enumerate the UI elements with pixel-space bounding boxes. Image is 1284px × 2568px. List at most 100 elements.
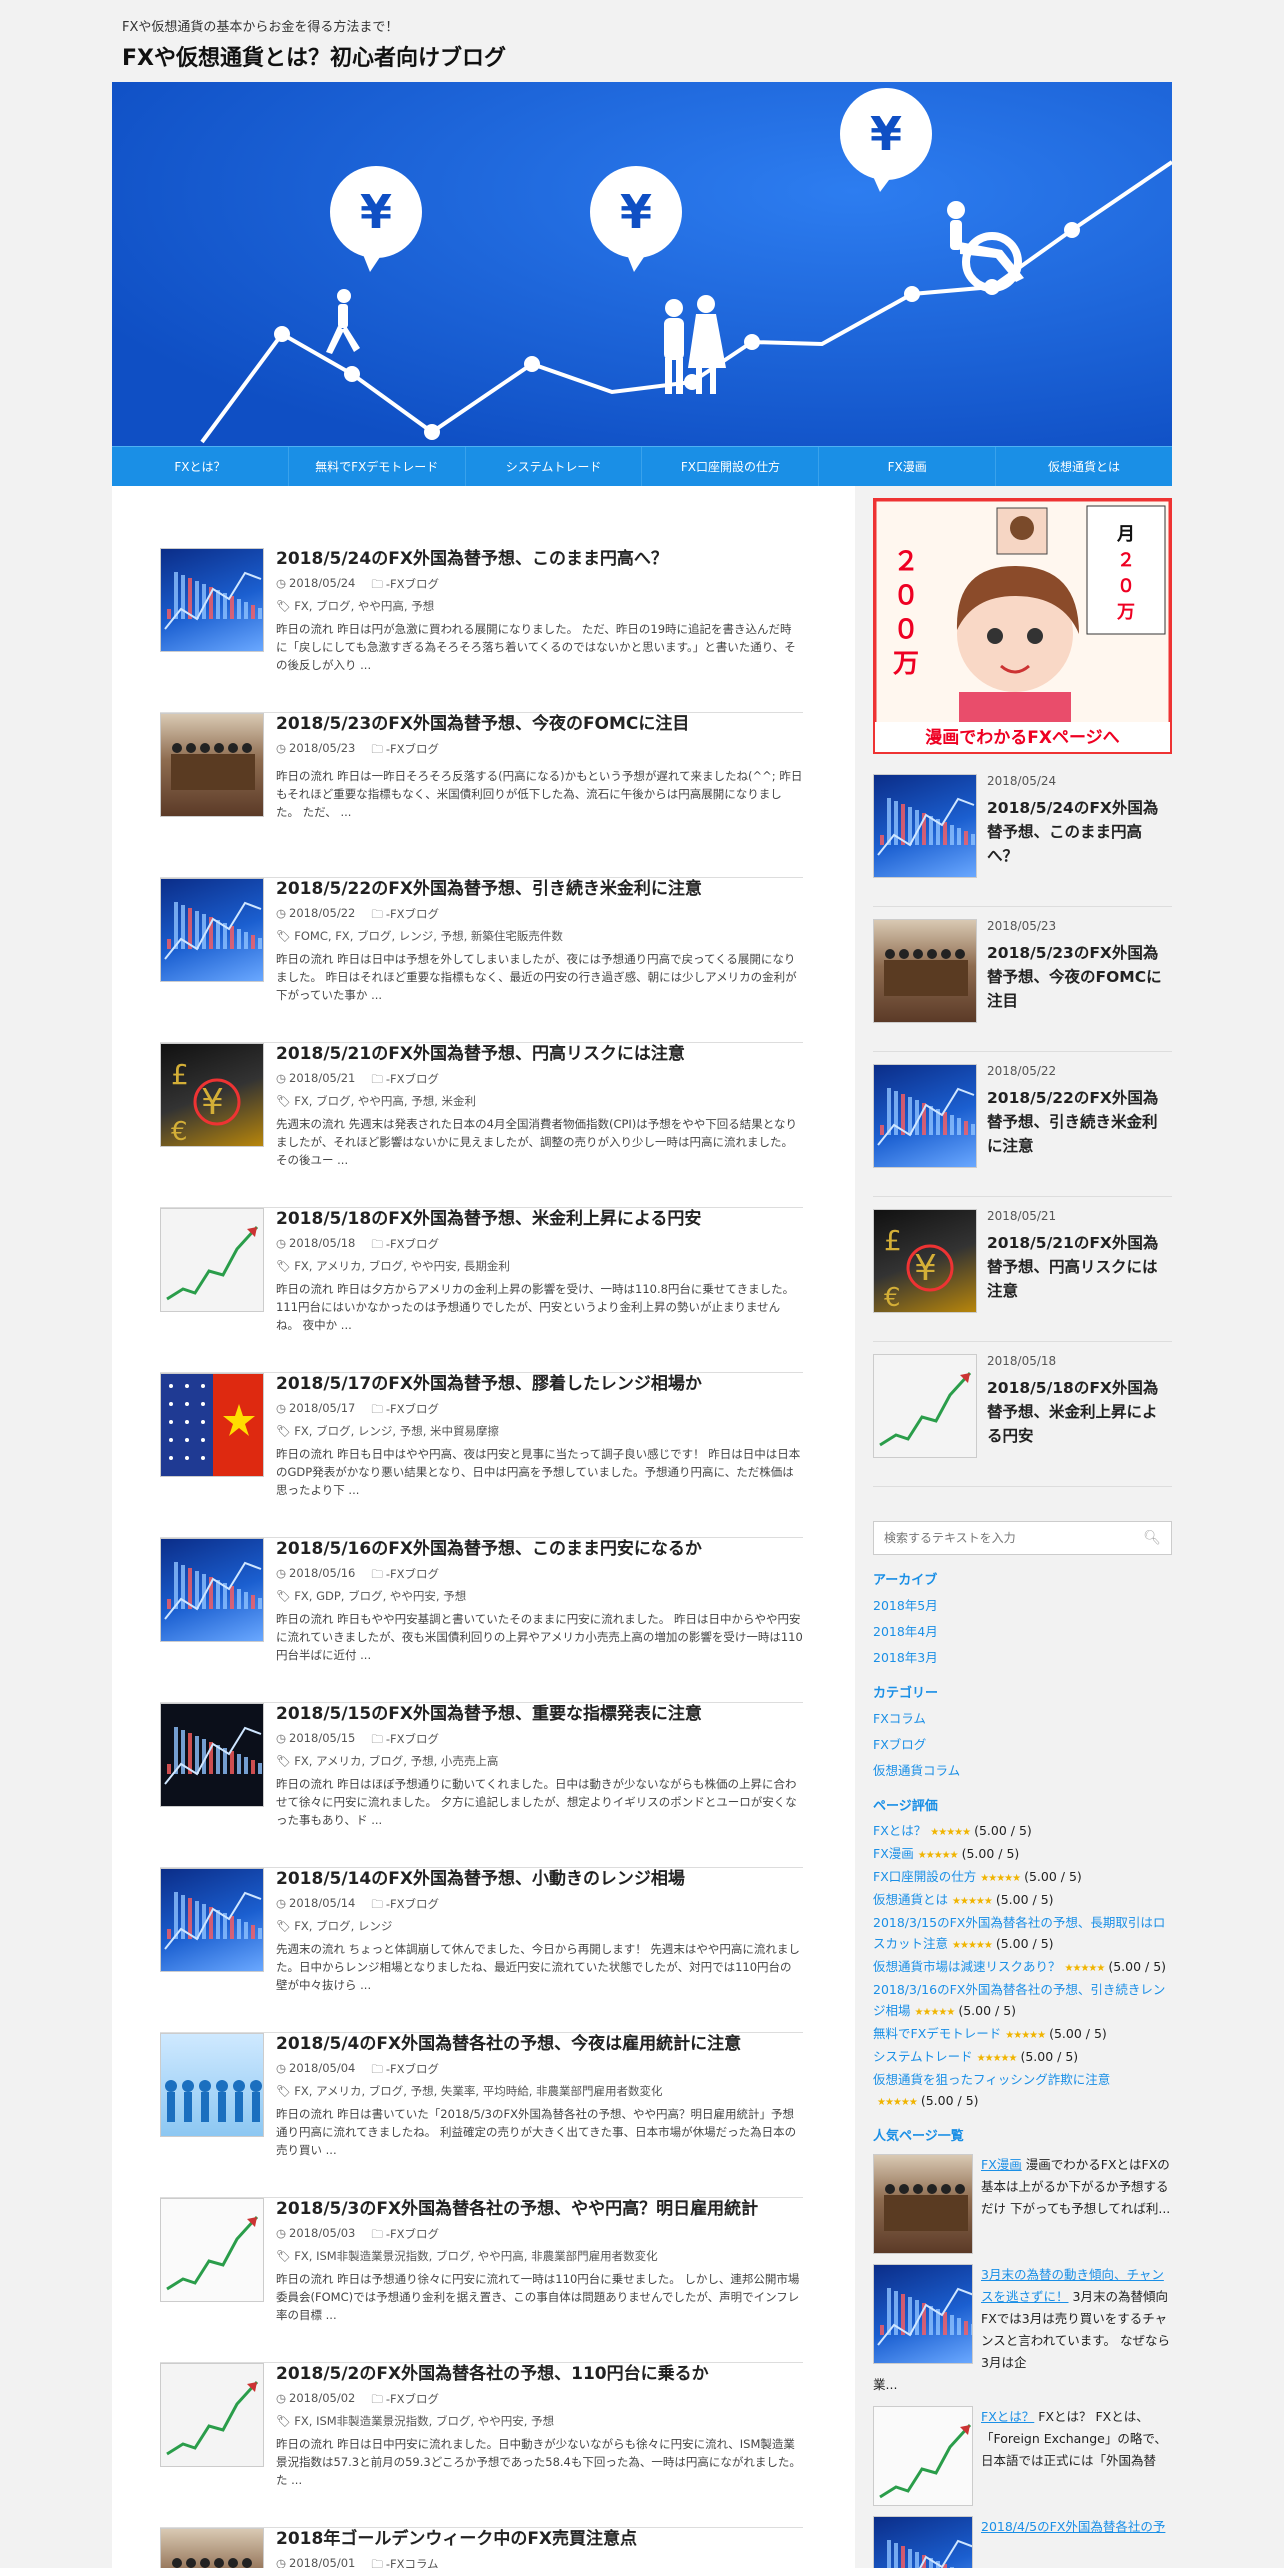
rating-page-link[interactable]: FXとは？: [873, 1823, 926, 1838]
recent-post-title[interactable]: 2018/5/21のFX外国為替予想、円高リスクには注意: [987, 1231, 1172, 1303]
rating-page-link[interactable]: FX口座開設の仕方: [873, 1869, 976, 1884]
recent-post-body: 2018/05/22 2018/5/22のFX外国為替予想、引き続き米金利に注意: [987, 1064, 1172, 1196]
recent-posts-widget: 2018/05/24 2018/5/24のFX外国為替予想、このまま円高へ？ 2…: [873, 762, 1172, 1487]
recent-post-title[interactable]: 2018/5/24のFX外国為替予想、このまま円高へ？: [987, 796, 1172, 868]
nav-item-fx[interactable]: FXとは？: [112, 447, 289, 486]
post-title[interactable]: 2018/5/14のFX外国為替予想、小動きのレンジ相場: [276, 1868, 803, 1890]
nav-item-system-trade[interactable]: システムトレード: [466, 447, 643, 486]
site-title[interactable]: FXや仮想通貨とは？初心者向けブログ: [122, 40, 506, 72]
post-category[interactable]: 🗀︎ -FXブログ: [371, 1731, 439, 1751]
post-tags[interactable]: 🏷︎ FX, ISM非製造業景況指数, ブログ, やや円安, 予想: [276, 2413, 803, 2429]
rating-page-link[interactable]: 無料でFXデモトレード: [873, 2026, 1001, 2041]
archive-link[interactable]: 2018年3月: [873, 1647, 1172, 1666]
post-tags[interactable]: 🏷︎ FX, アメリカ, ブログ, やや円安, 長期金利: [276, 1258, 803, 1274]
post-category[interactable]: 🗀︎ -FXコラム: [371, 2556, 438, 2568]
archive-link[interactable]: 2018年4月: [873, 1621, 1172, 1640]
search-input[interactable]: [884, 1531, 1144, 1545]
recent-post-title[interactable]: 2018/5/23のFX外国為替予想、今夜のFOMCに注目: [987, 941, 1172, 1013]
post-title[interactable]: 2018年ゴールデンウィーク中のFX売買注意点: [276, 2528, 803, 2550]
popular-thumbnail[interactable]: [873, 2516, 973, 2568]
nav-item-demo-trade[interactable]: 無料でFXデモトレード: [289, 447, 466, 486]
nav-item-account[interactable]: FX口座開設の仕方: [642, 447, 820, 486]
nav-item-crypto[interactable]: 仮想通貨とは: [996, 447, 1172, 486]
post-title[interactable]: 2018/5/3のFX外国為替各社の予想、やや円高？明日雇用統計: [276, 2198, 803, 2220]
post-meta: ◷ 2018/05/24 🗀︎ -FXブログ: [276, 576, 803, 596]
popular-link[interactable]: FXとは？: [981, 2409, 1034, 2424]
recent-post-title[interactable]: 2018/5/22のFX外国為替予想、引き続き米金利に注意: [987, 1086, 1172, 1158]
post-category[interactable]: 🗀︎ -FXブログ: [371, 1071, 439, 1091]
post-title[interactable]: 2018/5/18のFX外国為替予想、米金利上昇による円安: [276, 1208, 803, 1230]
post-tags[interactable]: 🏷︎ FX, GDP, ブログ, やや円安, 予想: [276, 1588, 803, 1604]
post-tags[interactable]: 🏷︎ FX, ブログ, やや円高, 予想, 米金利: [276, 1093, 803, 1109]
post-tags[interactable]: 🏷︎ FX, アメリカ, ブログ, 予想, 失業率, 平均時給, 非農業部門雇用…: [276, 2083, 803, 2099]
recent-post-item: 2018/05/23 2018/5/23のFX外国為替予想、今夜のFOMCに注目: [873, 907, 1172, 1052]
manga-banner[interactable]: ２ ０ ０ 万 月 ２ ０ 万 漫画でわかるFXページへ: [873, 498, 1172, 754]
post-category[interactable]: 🗀︎ -FXブログ: [371, 2061, 439, 2081]
post-title[interactable]: 2018/5/22のFX外国為替予想、引き続き米金利に注意: [276, 878, 803, 900]
post-thumbnail[interactable]: [160, 2033, 264, 2137]
recent-post-thumbnail[interactable]: [873, 1354, 977, 1458]
clock-icon: ◷: [276, 2061, 287, 2075]
post-thumbnail[interactable]: [160, 713, 264, 817]
post-category[interactable]: 🗀︎ -FXブログ: [371, 1896, 439, 1916]
rating-page-link[interactable]: 仮想通貨を狙ったフィッシング詐欺に注意: [873, 2072, 1110, 2087]
post-title[interactable]: 2018/5/24のFX外国為替予想、このまま円高へ？: [276, 548, 803, 570]
search-icon[interactable]: 🔍︎: [1143, 1530, 1161, 1546]
recent-post-thumbnail[interactable]: [873, 1064, 977, 1168]
post-title[interactable]: 2018/5/21のFX外国為替予想、円高リスクには注意: [276, 1043, 803, 1065]
post-title[interactable]: 2018/5/23のFX外国為替予想、今夜のFOMCに注目: [276, 713, 803, 735]
post-thumbnail[interactable]: [160, 1208, 264, 1312]
rating-page-link[interactable]: FX漫画: [873, 1846, 914, 1861]
post-thumbnail[interactable]: [160, 1868, 264, 1972]
recent-post-thumbnail[interactable]: [873, 774, 977, 878]
popular-thumbnail[interactable]: [873, 2264, 973, 2364]
popular-thumbnail[interactable]: [873, 2154, 973, 2254]
post-thumbnail[interactable]: [160, 2198, 264, 2302]
rating-page-link[interactable]: 仮想通貨とは: [873, 1892, 948, 1907]
post-tags[interactable]: 🏷︎ FX, ブログ, やや円高, 予想: [276, 598, 803, 614]
post-category[interactable]: 🗀︎ -FXブログ: [371, 1566, 439, 1586]
category-link[interactable]: FXコラム: [873, 1708, 1172, 1727]
popular-thumbnail[interactable]: [873, 2406, 973, 2506]
post-category[interactable]: 🗀︎ -FXブログ: [371, 741, 439, 761]
post-category[interactable]: 🗀︎ -FXブログ: [371, 2391, 439, 2411]
rating-score: (5.00 / 5): [1024, 1869, 1082, 1884]
hero-banner: ¥ ¥ ¥: [112, 82, 1172, 446]
post-title[interactable]: 2018/5/15のFX外国為替予想、重要な指標発表に注意: [276, 1703, 803, 1725]
post-thumbnail[interactable]: [160, 1373, 264, 1477]
post-thumbnail[interactable]: [160, 2363, 264, 2467]
post-title[interactable]: 2018/5/16のFX外国為替予想、このまま円安になるか: [276, 1538, 803, 1560]
post-thumbnail[interactable]: [160, 2528, 264, 2568]
post-tags[interactable]: 🏷︎ FX, アメリカ, ブログ, 予想, 小売売上高: [276, 1753, 803, 1769]
popular-link[interactable]: 2018/4/5のFX外国為替各社の予: [981, 2519, 1165, 2534]
archive-link[interactable]: 2018年5月: [873, 1595, 1172, 1614]
post-thumbnail[interactable]: [160, 1703, 264, 1807]
post-category[interactable]: 🗀︎ -FXブログ: [371, 1401, 439, 1421]
post-tags[interactable]: 🏷︎ FOMC, FX, ブログ, レンジ, 予想, 新築住宅販売件数: [276, 928, 803, 944]
recent-post-thumbnail[interactable]: £ ¥ €: [873, 1209, 977, 1313]
post-title[interactable]: 2018/5/4のFX外国為替各社の予想、今夜は雇用統計に注意: [276, 2033, 803, 2055]
post-tags[interactable]: 🏷︎ FX, ISM非製造業景況指数, ブログ, やや円高, 非農業部門雇用者数…: [276, 2248, 803, 2264]
post-title[interactable]: 2018/5/17のFX外国為替予想、膠着したレンジ相場か: [276, 1373, 803, 1395]
post-thumbnail[interactable]: [160, 878, 264, 982]
post-category[interactable]: 🗀︎ -FXブログ: [371, 1236, 439, 1256]
category-link[interactable]: FXブログ: [873, 1734, 1172, 1753]
recent-post-title[interactable]: 2018/5/18のFX外国為替予想、米金利上昇による円安: [987, 1376, 1172, 1448]
post-category[interactable]: 🗀︎ -FXブログ: [371, 576, 439, 596]
post-title[interactable]: 2018/5/2のFX外国為替各社の予想、110円台に乗るか: [276, 2363, 803, 2385]
recent-post-thumbnail[interactable]: [873, 919, 977, 1023]
rating-page-link[interactable]: システムトレード: [873, 2049, 973, 2064]
category-link[interactable]: 仮想通貨コラム: [873, 1760, 1172, 1779]
rating-page-link[interactable]: 仮想通貨市場は減速リスクあり？: [873, 1959, 1061, 1974]
post-thumbnail[interactable]: [160, 548, 264, 652]
post-tags[interactable]: 🏷︎ FX, ブログ, レンジ, 予想, 米中貿易摩擦: [276, 1423, 803, 1439]
post-tags[interactable]: 🏷︎ FX, ブログ, レンジ: [276, 1918, 803, 1934]
recent-post-date: 2018/05/21: [987, 1209, 1057, 1223]
popular-link[interactable]: FX漫画: [981, 2157, 1022, 2172]
nav-item-manga[interactable]: FX漫画: [819, 447, 997, 486]
post-category[interactable]: 🗀︎ -FXブログ: [371, 2226, 439, 2246]
post-category[interactable]: 🗀︎ -FXブログ: [371, 906, 439, 926]
post-date: ◷ 2018/05/17: [276, 1401, 356, 1415]
post-thumbnail[interactable]: [160, 1538, 264, 1642]
post-thumbnail[interactable]: £ ¥ €: [160, 1043, 264, 1147]
